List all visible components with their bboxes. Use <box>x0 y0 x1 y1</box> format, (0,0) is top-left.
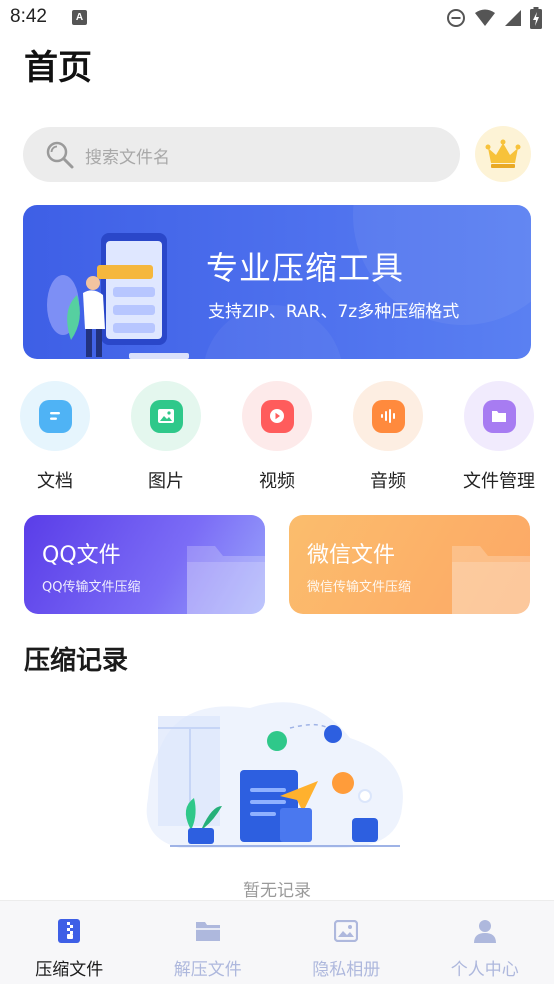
wechat-files-subtitle: 微信传输文件压缩 <box>307 580 412 595</box>
category-circle <box>131 381 201 451</box>
category-label: 文件管理 <box>463 471 535 492</box>
nav-unzip-files[interactable]: 解压文件 <box>139 901 278 984</box>
category-label: 音频 <box>370 471 406 492</box>
qq-files-subtitle: QQ传输文件压缩 <box>42 580 141 595</box>
unzip-folder-icon <box>195 918 221 944</box>
page-title: 首页 <box>24 48 92 88</box>
category-document[interactable]: 文档 <box>19 381 91 493</box>
wechat-files-card[interactable]: 微信文件 微信传输文件压缩 <box>289 515 530 614</box>
notification-a-icon: A <box>72 10 87 25</box>
crown-icon <box>485 139 521 168</box>
nav-private-album[interactable]: 隐私相册 <box>277 901 416 984</box>
category-image[interactable]: 图片 <box>130 381 202 493</box>
battery-icon <box>530 7 542 29</box>
wifi-icon <box>475 9 495 26</box>
empty-history-text: 暂无记录 <box>243 881 311 901</box>
category-file-manager[interactable]: 文件管理 <box>463 381 535 493</box>
nav-label: 解压文件 <box>173 960 242 980</box>
compress-history-title: 压缩记录 <box>24 646 129 676</box>
banner-title: 专业压缩工具 <box>206 249 405 287</box>
bottom-nav: 压缩文件 解压文件 隐私相册 个人中心 <box>0 900 554 984</box>
category-audio[interactable]: 音频 <box>352 381 424 493</box>
vip-crown-button[interactable] <box>475 126 531 182</box>
signal-icon <box>505 10 521 26</box>
status-time: 8:42 <box>10 6 47 27</box>
qq-files-card[interactable]: QQ文件 QQ传输文件压缩 <box>24 515 265 614</box>
nav-label: 压缩文件 <box>35 960 104 980</box>
promo-banner[interactable]: 专业压缩工具 支持ZIP、RAR、7z多种压缩格式 <box>23 205 531 359</box>
audio-icon <box>371 399 405 433</box>
user-icon <box>472 918 498 944</box>
document-icon <box>38 399 72 433</box>
empty-state-illustration <box>146 702 403 848</box>
nav-compress-files[interactable]: 压缩文件 <box>0 901 139 984</box>
search-input[interactable]: 搜索文件名 <box>23 127 460 182</box>
qq-files-title: QQ文件 <box>42 543 121 568</box>
video-icon <box>260 399 294 433</box>
wechat-files-title: 微信文件 <box>307 543 396 568</box>
category-label: 视频 <box>259 471 295 492</box>
nav-label: 隐私相册 <box>312 960 381 980</box>
do-not-disturb-icon <box>447 9 465 27</box>
image-icon <box>149 399 183 433</box>
category-label: 图片 <box>148 471 184 492</box>
status-icons <box>446 7 542 29</box>
category-circle <box>464 381 534 451</box>
nav-profile[interactable]: 个人中心 <box>416 901 554 984</box>
category-circle <box>20 381 90 451</box>
zip-file-icon <box>56 918 82 944</box>
photo-album-icon <box>333 918 359 944</box>
category-circle <box>353 381 423 451</box>
search-placeholder: 搜索文件名 <box>85 148 170 168</box>
folder-icon <box>187 546 265 614</box>
category-circle <box>242 381 312 451</box>
banner-subtitle: 支持ZIP、RAR、7z多种压缩格式 <box>208 302 460 322</box>
search-icon <box>46 141 74 169</box>
category-label: 文档 <box>37 471 73 492</box>
status-bar: 8:42 A <box>0 0 554 38</box>
folder-icon <box>482 399 516 433</box>
folder-icon <box>452 546 530 614</box>
nav-label: 个人中心 <box>450 960 519 980</box>
category-video[interactable]: 视频 <box>241 381 313 493</box>
phone-user-illustration <box>47 233 189 359</box>
